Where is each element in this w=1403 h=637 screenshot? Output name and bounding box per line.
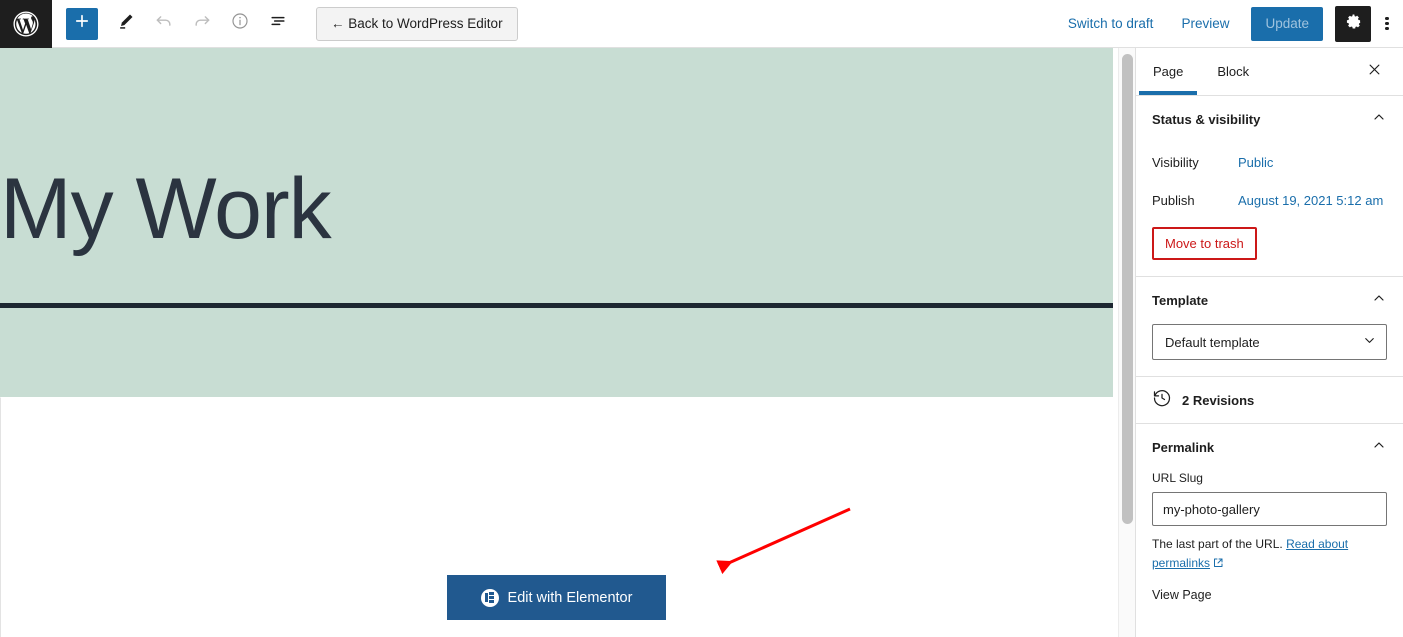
update-button[interactable]: Update (1251, 6, 1323, 41)
panel-template-header[interactable]: Template (1136, 277, 1403, 324)
url-slug-label: URL Slug (1152, 471, 1203, 485)
template-select-value: Default template (1165, 334, 1260, 350)
panel-permalink-title: Permalink (1152, 440, 1215, 455)
panel-permalink-header[interactable]: Permalink (1136, 424, 1403, 471)
page-title[interactable]: My Work (0, 166, 332, 252)
plus-icon (73, 12, 91, 35)
panel-status-visibility-body: Visibility Public Publish August 19, 202… (1136, 143, 1403, 276)
external-link-icon (1212, 556, 1224, 575)
row-publish: Publish August 19, 2021 5:12 am (1152, 181, 1387, 219)
ellipsis-vertical-icon (1385, 15, 1389, 32)
publish-date-button[interactable]: August 19, 2021 5:12 am (1238, 193, 1383, 208)
elementor-icon (480, 588, 499, 607)
visibility-label: Visibility (1152, 154, 1199, 170)
canvas-scrollbar[interactable] (1118, 48, 1135, 637)
close-icon (1367, 62, 1382, 82)
panel-template-body: Default template (1136, 324, 1403, 376)
panel-status-visibility: Status & visibility Visibility Public Pu… (1136, 96, 1403, 277)
hero-divider (0, 303, 1113, 308)
redo-button[interactable] (184, 6, 220, 42)
close-sidebar-button[interactable] (1359, 57, 1389, 87)
panel-template-title: Template (1152, 293, 1209, 308)
list-view-icon (268, 11, 288, 36)
switch-to-draft-button[interactable]: Switch to draft (1054, 16, 1168, 31)
publish-label: Publish (1152, 192, 1195, 208)
edit-with-elementor-label: Edit with Elementor (507, 589, 633, 606)
page-hero-section: My Work (0, 48, 1113, 397)
move-to-trash-button[interactable]: Move to trash (1152, 227, 1257, 260)
wordpress-logo-icon (11, 9, 41, 39)
chevron-up-icon (1371, 290, 1387, 311)
back-to-wordpress-editor-button[interactable]: ← Back to WordPress Editor (316, 6, 518, 41)
template-select[interactable]: Default template (1152, 324, 1387, 360)
permalink-help-prefix: The last part of the URL. (1152, 537, 1283, 551)
preview-button[interactable]: Preview (1167, 16, 1243, 31)
pencil-icon (116, 11, 136, 36)
gear-icon (1344, 12, 1363, 36)
add-block-button[interactable] (66, 7, 98, 40)
panel-status-visibility-title: Status & visibility (1152, 112, 1261, 127)
info-circle-icon (230, 11, 250, 36)
permalink-help-text: The last part of the URL. Read about per… (1152, 535, 1387, 574)
view-page-label[interactable]: View Page (1152, 588, 1387, 602)
row-visibility: Visibility Public (1152, 143, 1387, 181)
tab-page[interactable]: Page (1136, 48, 1200, 95)
toolbar-left-group: ← Back to WordPress Editor (52, 6, 518, 42)
visibility-value-button[interactable]: Public (1238, 155, 1273, 170)
toolbar-right-group: Switch to draft Preview Update (1054, 0, 1403, 48)
url-slug-input[interactable] (1152, 492, 1387, 526)
undo-button[interactable] (146, 6, 182, 42)
sidebar-tabs: Page Block (1136, 48, 1403, 96)
more-options-button[interactable] (1371, 6, 1403, 42)
undo-icon (154, 11, 174, 36)
wordpress-logo-button[interactable] (0, 0, 52, 48)
edit-tool-button[interactable] (108, 6, 144, 42)
edit-with-elementor-button[interactable]: Edit with Elementor (447, 575, 666, 620)
list-view-button[interactable] (260, 6, 296, 42)
canvas-scrollbar-thumb[interactable] (1122, 54, 1133, 524)
details-button[interactable] (222, 6, 258, 42)
redo-icon (192, 11, 212, 36)
panel-permalink-body: URL Slug The last part of the URL. Read … (1136, 471, 1403, 618)
panel-permalink: Permalink URL Slug The last part of the … (1136, 424, 1403, 618)
panel-template: Template Default template (1136, 277, 1403, 377)
chevron-up-icon (1371, 437, 1387, 458)
history-icon (1152, 388, 1172, 413)
panel-status-visibility-header[interactable]: Status & visibility (1136, 96, 1403, 143)
tab-block[interactable]: Block (1200, 48, 1266, 95)
revisions-button[interactable]: 2 Revisions (1136, 377, 1403, 424)
editor-toolbar: ← Back to WordPress Editor Switch to dra… (0, 0, 1403, 48)
chevron-up-icon (1371, 109, 1387, 130)
settings-button[interactable] (1335, 5, 1371, 42)
editor-canvas: My Work Edit with Elementor (0, 48, 1135, 637)
settings-sidebar: Page Block Status & visibility Visibilit… (1135, 48, 1403, 637)
revisions-label: 2 Revisions (1182, 392, 1255, 408)
chevron-down-icon (1362, 333, 1377, 351)
